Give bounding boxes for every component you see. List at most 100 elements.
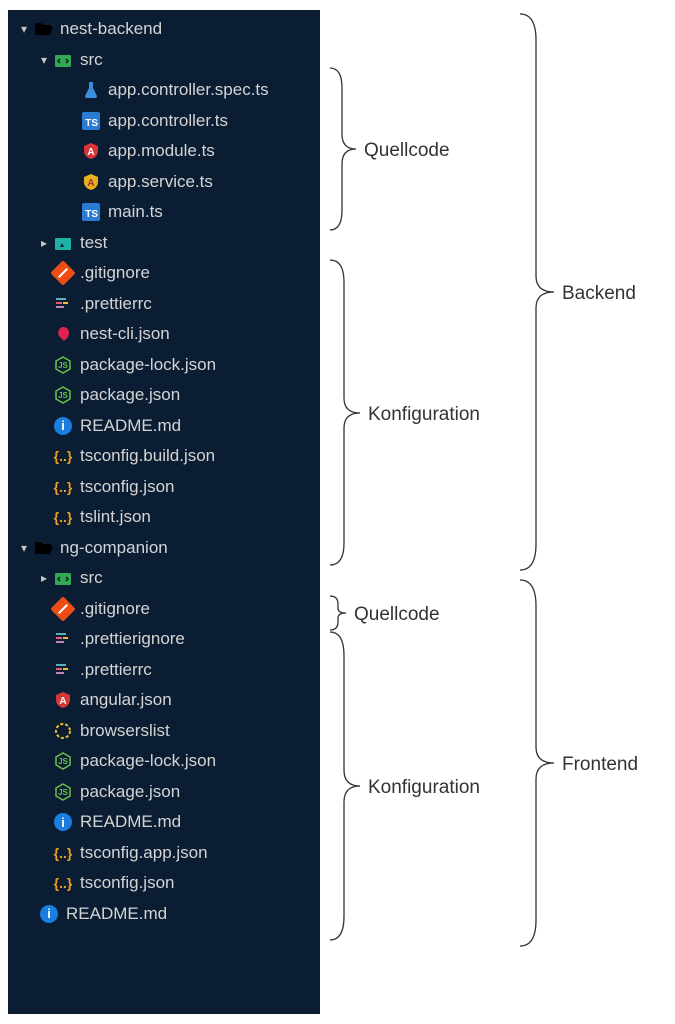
file-angular-json[interactable]: angular.json	[8, 685, 320, 716]
json-icon: {..}	[52, 842, 74, 864]
file-label: package-lock.json	[80, 751, 216, 771]
file-label: .prettierrc	[80, 294, 152, 314]
nodejs-icon	[52, 781, 74, 803]
file-label: tsconfig.app.json	[80, 843, 208, 863]
chevron-down-icon: ▾	[36, 53, 52, 67]
prettier-icon	[52, 628, 74, 650]
src-folder-icon	[52, 49, 74, 71]
prettier-icon	[52, 293, 74, 315]
file-tsconfig-build[interactable]: {..} tsconfig.build.json	[8, 441, 320, 472]
file-tsconfig2[interactable]: {..} tsconfig.json	[8, 868, 320, 899]
brace-icon	[520, 580, 554, 946]
brace-icon	[330, 260, 360, 565]
file-label: nest-cli.json	[80, 324, 170, 344]
file-label: README.md	[80, 812, 181, 832]
test-folder-icon	[52, 232, 74, 254]
angular-service-icon	[80, 171, 102, 193]
brace-icon	[330, 596, 346, 630]
brace-icon	[330, 632, 360, 940]
folder-label: nest-backend	[60, 19, 162, 39]
file-tree: ▾ nest-backend ▾ src app.controller.spec…	[8, 10, 320, 1014]
file-label: package.json	[80, 385, 180, 405]
file-label: .prettierrc	[80, 660, 152, 680]
file-label: .gitignore	[80, 263, 150, 283]
annotation-layer: Quellcode Konfiguration Backend Quellcod…	[320, 10, 570, 1014]
file-label: browserslist	[80, 721, 170, 741]
chevron-right-icon: ▸	[36, 236, 52, 250]
file-app-service[interactable]: app.service.ts	[8, 167, 320, 198]
file-label: README.md	[80, 416, 181, 436]
file-label: app.module.ts	[108, 141, 215, 161]
browserslist-icon	[52, 720, 74, 742]
file-tslint[interactable]: {..} tslint.json	[8, 502, 320, 533]
annotation-konfiguration2: Konfiguration	[368, 777, 480, 798]
nest-icon	[52, 323, 74, 345]
typescript-icon: TS	[80, 110, 102, 132]
file-app-controller[interactable]: TS app.controller.ts	[8, 106, 320, 137]
file-browserslist[interactable]: browserslist	[8, 716, 320, 747]
file-label: tslint.json	[80, 507, 151, 527]
typescript-icon: TS	[80, 201, 102, 223]
file-readme[interactable]: i README.md	[8, 411, 320, 442]
file-app-module[interactable]: app.module.ts	[8, 136, 320, 167]
annotation-frontend: Frontend	[562, 754, 638, 775]
file-gitignore[interactable]: .gitignore	[8, 258, 320, 289]
file-readme2[interactable]: i README.md	[8, 807, 320, 838]
folder-open-icon	[32, 18, 54, 40]
file-tsconfig[interactable]: {..} tsconfig.json	[8, 472, 320, 503]
nodejs-icon	[52, 750, 74, 772]
angular-icon	[52, 689, 74, 711]
folder-open-icon	[32, 537, 54, 559]
chevron-down-icon: ▾	[16, 541, 32, 555]
file-tsconfig-app[interactable]: {..} tsconfig.app.json	[8, 838, 320, 869]
src-folder-icon	[52, 567, 74, 589]
file-label: .prettierignore	[80, 629, 185, 649]
folder-label: src	[80, 50, 103, 70]
annotation-konfiguration: Konfiguration	[368, 404, 480, 425]
json-icon: {..}	[52, 445, 74, 467]
file-main-ts[interactable]: TS main.ts	[8, 197, 320, 228]
file-readme-root[interactable]: i README.md	[8, 899, 320, 930]
brace-icon	[330, 68, 356, 230]
file-prettierrc2[interactable]: .prettierrc	[8, 655, 320, 686]
file-label: app.service.ts	[108, 172, 213, 192]
file-gitignore2[interactable]: .gitignore	[8, 594, 320, 625]
file-app-controller-spec[interactable]: app.controller.spec.ts	[8, 75, 320, 106]
file-prettierrc[interactable]: .prettierrc	[8, 289, 320, 320]
brace-icon	[520, 14, 554, 570]
annotation-backend: Backend	[562, 283, 636, 304]
file-package-json2[interactable]: package.json	[8, 777, 320, 808]
nodejs-icon	[52, 354, 74, 376]
json-icon: {..}	[52, 476, 74, 498]
git-icon	[52, 262, 74, 284]
file-package-json[interactable]: package.json	[8, 380, 320, 411]
file-prettierignore[interactable]: .prettierignore	[8, 624, 320, 655]
json-icon: {..}	[52, 506, 74, 528]
chevron-down-icon: ▾	[16, 22, 32, 36]
flask-icon	[80, 79, 102, 101]
folder-ng-companion[interactable]: ▾ ng-companion	[8, 533, 320, 564]
folder-src2[interactable]: ▸ src	[8, 563, 320, 594]
file-package-lock[interactable]: package-lock.json	[8, 350, 320, 381]
folder-test[interactable]: ▸ test	[8, 228, 320, 259]
angular-icon	[80, 140, 102, 162]
file-label: app.controller.spec.ts	[108, 80, 269, 100]
file-label: README.md	[66, 904, 167, 924]
folder-nest-backend[interactable]: ▾ nest-backend	[8, 14, 320, 45]
file-label: package-lock.json	[80, 355, 216, 375]
info-icon: i	[52, 811, 74, 833]
nodejs-icon	[52, 384, 74, 406]
info-icon: i	[52, 415, 74, 437]
annotation-quellcode: Quellcode	[364, 140, 450, 161]
folder-label: test	[80, 233, 107, 253]
file-label: tsconfig.json	[80, 477, 175, 497]
file-package-lock2[interactable]: package-lock.json	[8, 746, 320, 777]
file-label: tsconfig.json	[80, 873, 175, 893]
folder-src[interactable]: ▾ src	[8, 45, 320, 76]
json-icon: {..}	[52, 872, 74, 894]
file-label: angular.json	[80, 690, 172, 710]
folder-label: ng-companion	[60, 538, 168, 558]
file-label: .gitignore	[80, 599, 150, 619]
file-nest-cli[interactable]: nest-cli.json	[8, 319, 320, 350]
file-label: app.controller.ts	[108, 111, 228, 131]
